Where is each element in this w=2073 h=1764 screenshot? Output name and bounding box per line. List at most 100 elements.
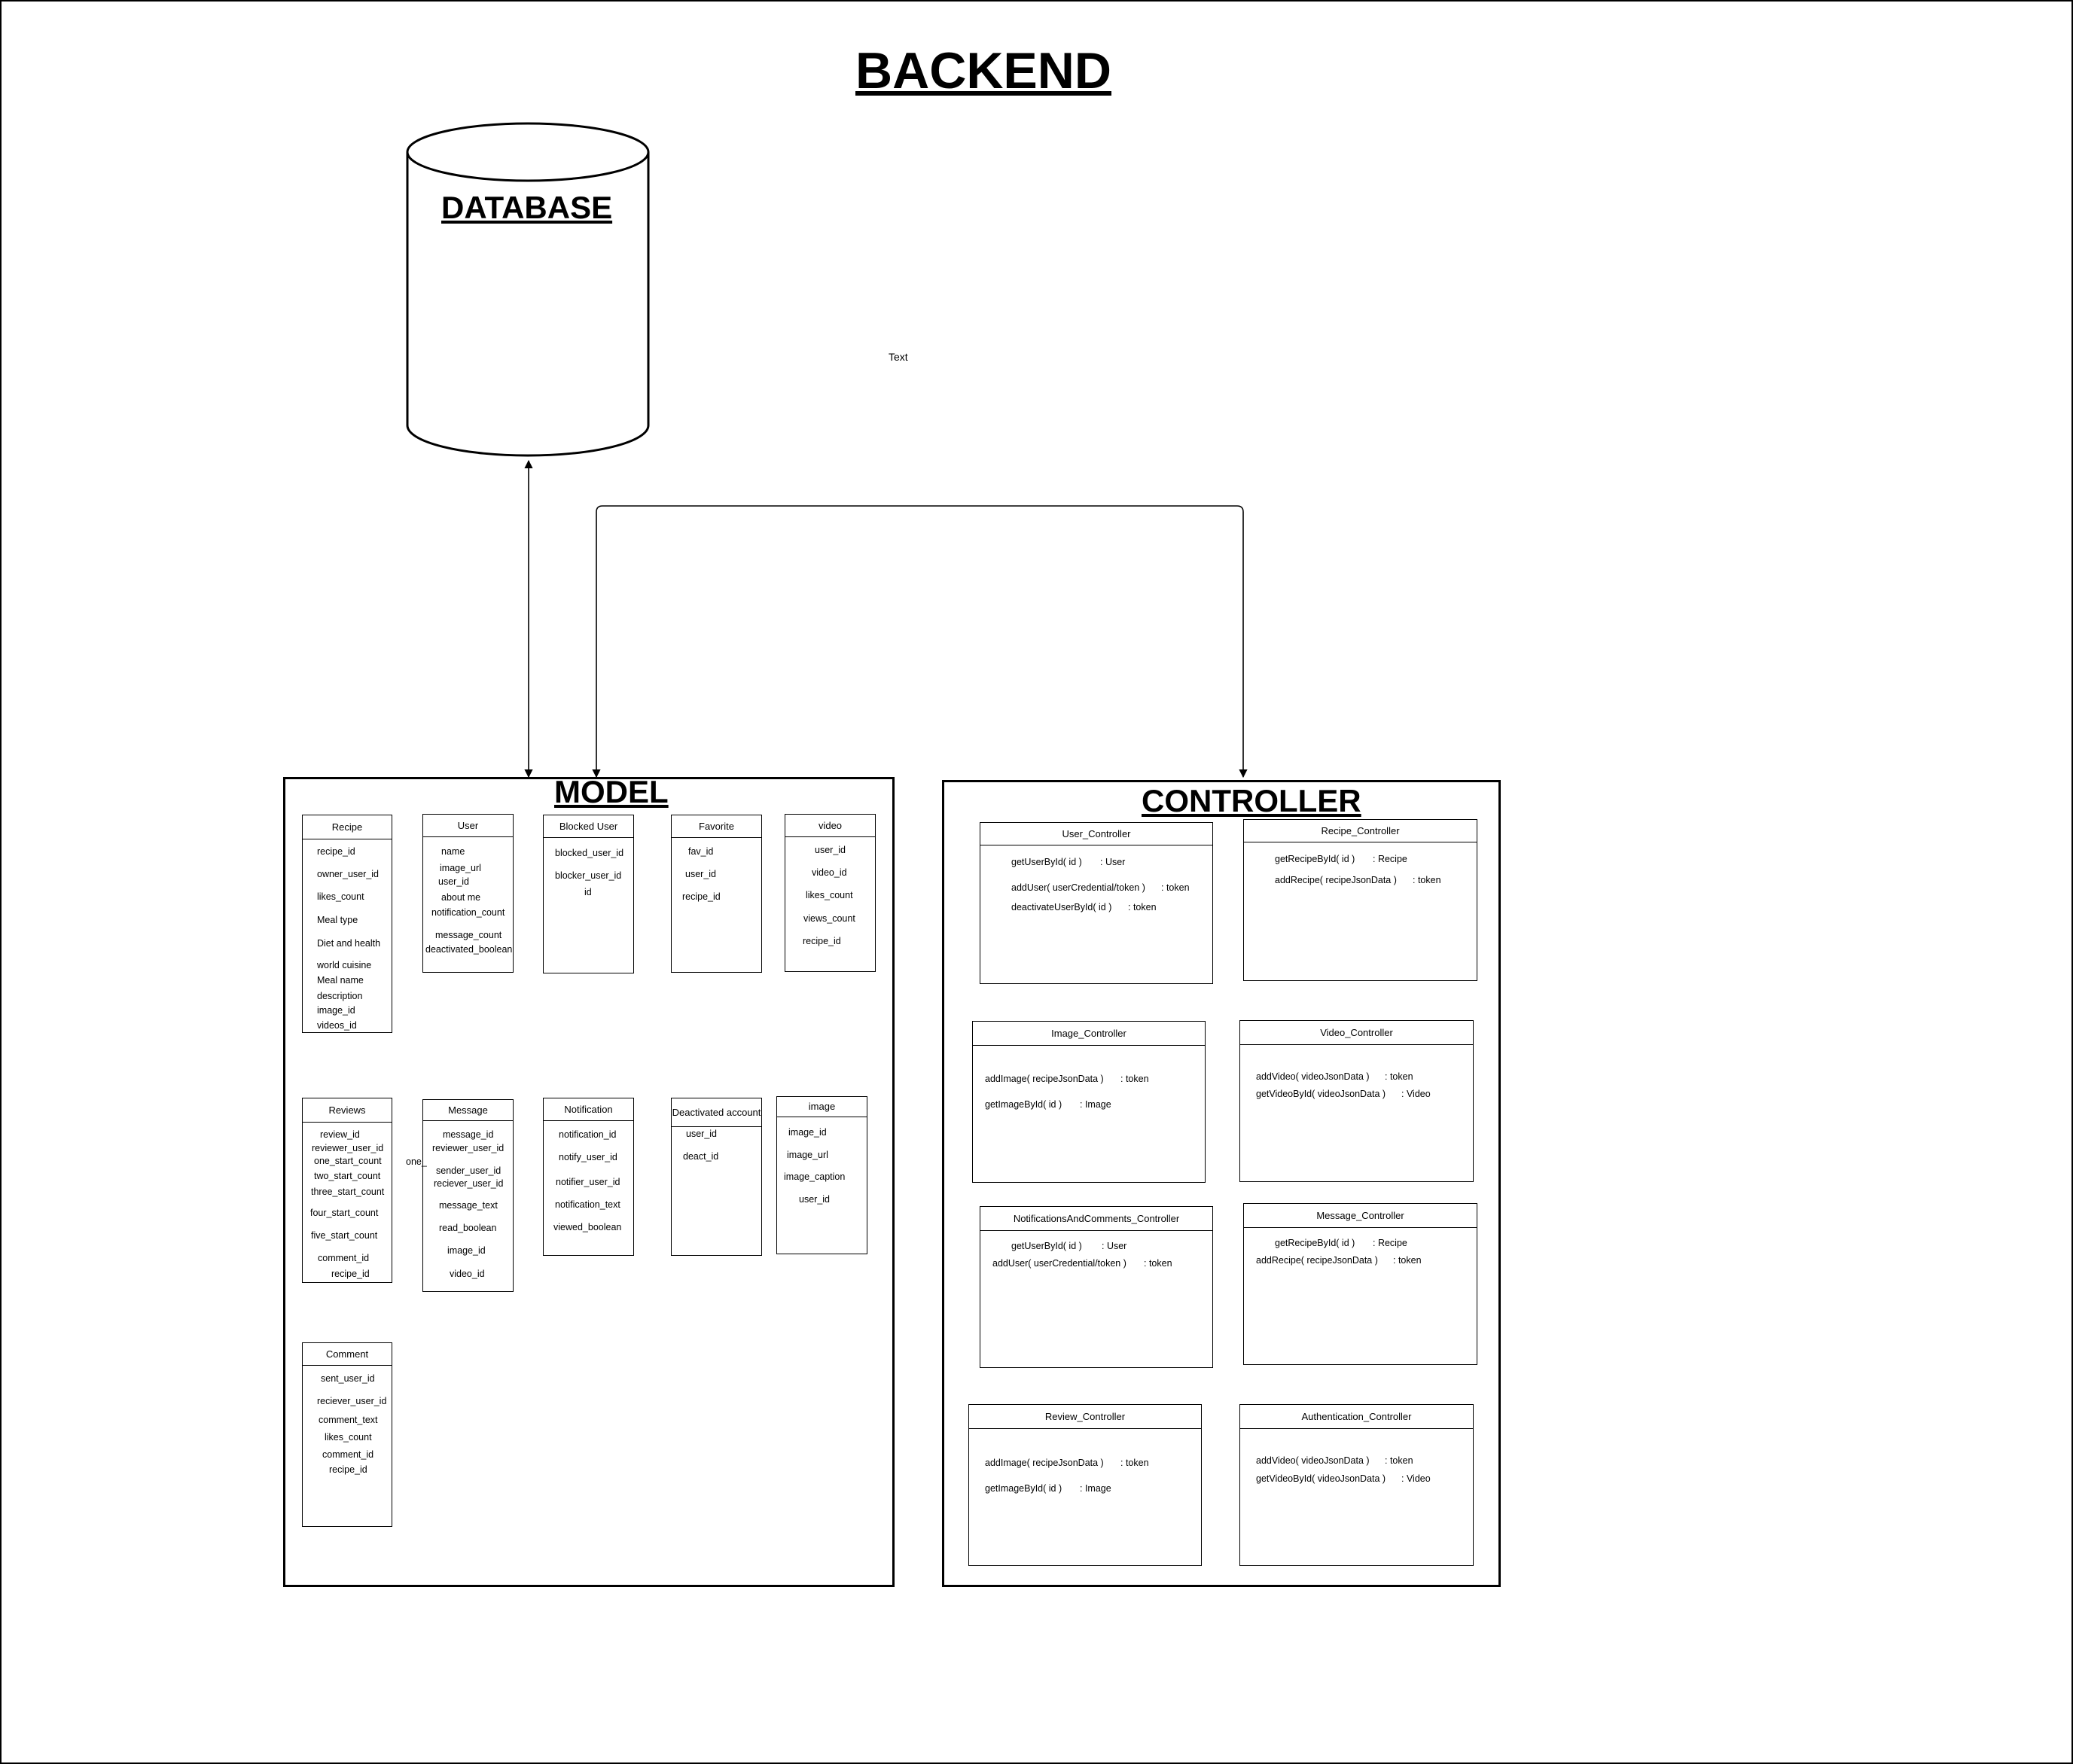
entity-field: likes_count [317, 891, 364, 902]
entity-field: recipe_id [682, 891, 721, 902]
controller-notificationsandcomments-controller[interactable]: NotificationsAndComments_Controller [980, 1206, 1213, 1368]
method-return-type: : Image [1080, 1483, 1111, 1494]
entity-field: image_url [440, 863, 481, 873]
entity-field: Diet and health [317, 938, 381, 949]
entity-field: two_start_count [314, 1171, 381, 1181]
entity-field: image_url [787, 1150, 828, 1160]
entity-field: user_id [685, 869, 716, 879]
method-return-type: : User [1100, 857, 1126, 867]
controller-title: Image_Controller [973, 1022, 1205, 1046]
method-signature: getUserById( id ) [1011, 1241, 1082, 1251]
entity-title: Notification [544, 1098, 633, 1121]
entity-field: likes_count [325, 1432, 372, 1443]
entity-field: one_start_count [314, 1156, 382, 1166]
entity-field: five_start_count [311, 1230, 378, 1241]
method-signature: getImageById( id ) [985, 1099, 1062, 1110]
controller-video-controller[interactable]: Video_Controller [1239, 1020, 1474, 1182]
entity-field: sent_user_id [321, 1373, 375, 1384]
method-signature: addUser( userCredential/token ) [1011, 882, 1145, 893]
controller-title: NotificationsAndComments_Controller [980, 1207, 1212, 1231]
entity-field: three_start_count [311, 1187, 385, 1197]
entity-field: comment_text [319, 1415, 378, 1425]
entity-title: video [785, 815, 875, 837]
entity-field: owner_user_id [317, 869, 379, 879]
entity-field: sender_user_id [436, 1165, 501, 1176]
entity-title: Recipe [303, 815, 392, 839]
entity-field: reciever_user_id [434, 1178, 504, 1189]
method-return-type: : Image [1080, 1099, 1111, 1110]
controller-message-controller[interactable]: Message_Controller [1243, 1203, 1477, 1365]
entity-field: notifier_user_id [556, 1177, 620, 1187]
entity-field: recipe_id [329, 1464, 367, 1475]
entity-title: Comment [303, 1343, 392, 1366]
entity-field: image_id [447, 1245, 486, 1256]
entity-field: comment_id [318, 1253, 370, 1263]
overflow-text: one_ [406, 1156, 427, 1167]
entity-field: video_id [450, 1269, 485, 1279]
entity-field: notification_text [555, 1199, 620, 1210]
method-signature: getImageById( id ) [985, 1483, 1062, 1494]
entity-field: views_count [803, 913, 855, 924]
entity-field: description [317, 991, 363, 1001]
entity-field: Meal type [317, 915, 358, 925]
controller-title: Authentication_Controller [1240, 1405, 1473, 1429]
method-return-type: : Video [1401, 1473, 1431, 1484]
entity-field: user_id [815, 845, 846, 855]
controller-authentication-controller[interactable]: Authentication_Controller [1239, 1404, 1474, 1566]
method-return-type: : token [1385, 1455, 1413, 1466]
entity-field: notification_count [431, 907, 505, 918]
entity-field: reviewer_user_id [312, 1143, 384, 1153]
method-return-type: : token [1128, 902, 1157, 912]
method-signature: addImage( recipeJsonData ) [985, 1074, 1104, 1084]
entity-deactivated-account[interactable]: Deactivated account [671, 1098, 762, 1256]
entity-field: user_id [799, 1194, 830, 1205]
entity-field: reciever_user_id [317, 1396, 387, 1406]
entity-field: name [441, 846, 465, 857]
method-signature: addImage( recipeJsonData ) [985, 1458, 1104, 1468]
method-return-type: : token [1120, 1458, 1149, 1468]
entity-field: comment_id [322, 1449, 374, 1460]
entity-field: image_caption [784, 1171, 846, 1182]
entity-field: user_id [686, 1129, 717, 1139]
entity-title: User [423, 815, 513, 837]
controller-title: Message_Controller [1244, 1204, 1477, 1228]
entity-field: Meal name [317, 975, 364, 986]
method-return-type: : Recipe [1373, 854, 1407, 864]
method-return-type: : User [1102, 1241, 1127, 1251]
method-return-type: : token [1385, 1071, 1413, 1082]
entity-field: user_id [438, 876, 469, 887]
entity-field: blocked_user_id [555, 848, 624, 858]
controller-title: Review_Controller [969, 1405, 1201, 1429]
method-signature: getVideoById( videoJsonData ) [1256, 1473, 1386, 1484]
entity-field: four_start_count [310, 1208, 379, 1218]
entity-field: review_id [320, 1129, 360, 1140]
entity-field: reviewer_user_id [432, 1143, 505, 1153]
entity-field: blocker_user_id [555, 870, 622, 881]
method-signature: getRecipeById( id ) [1275, 1238, 1355, 1248]
entity-title: Message [423, 1100, 513, 1121]
method-return-type: : Video [1401, 1089, 1431, 1099]
controller-title: Recipe_Controller [1244, 820, 1477, 842]
entity-field: image_id [788, 1127, 827, 1138]
entity-field: about me [441, 892, 481, 903]
entity-field: deactivated_boolean [425, 944, 513, 955]
entity-message[interactable]: Message [422, 1099, 514, 1292]
method-signature: addUser( userCredential/token ) [992, 1258, 1126, 1269]
entity-field: message_text [439, 1200, 498, 1211]
model-title: MODEL [554, 774, 669, 809]
method-return-type: : token [1161, 882, 1190, 893]
entity-field: read_boolean [439, 1223, 497, 1233]
controller-recipe-controller[interactable]: Recipe_Controller [1243, 819, 1477, 981]
entity-field: id [584, 887, 592, 897]
entity-field: fav_id [688, 846, 714, 857]
method-signature: getUserById( id ) [1011, 857, 1082, 867]
entity-title: Favorite [672, 815, 761, 838]
entity-title: Reviews [303, 1098, 392, 1123]
controller-title: Video_Controller [1240, 1021, 1473, 1045]
entity-field: recipe_id [317, 846, 355, 857]
controller-title: CONTROLLER [1142, 783, 1361, 818]
entity-field: message_id [443, 1129, 494, 1140]
controller-title: User_Controller [980, 823, 1212, 845]
entity-field: video_id [812, 867, 847, 878]
entity-field: image_id [317, 1005, 355, 1016]
